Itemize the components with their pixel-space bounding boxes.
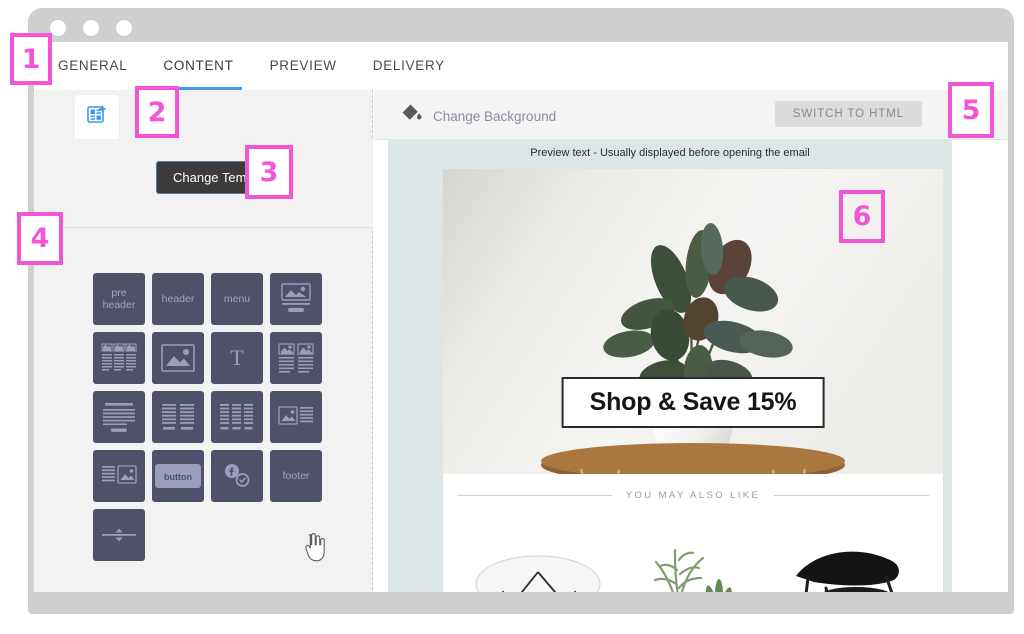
block-image[interactable] <box>152 332 204 384</box>
top-navigation-bar: GENERAL CONTENT PREVIEW DELIVERY <box>34 42 1008 91</box>
preview-text-label: Preview text - Usually displayed before … <box>530 147 810 159</box>
oval-coffee-table-illustration <box>475 555 601 600</box>
block-label: header <box>161 293 195 305</box>
potted-plants-illustration <box>653 548 732 600</box>
window-dot-2-icon[interactable] <box>83 20 99 36</box>
divider-left <box>457 494 612 496</box>
two-col-img-text-icon <box>277 342 315 374</box>
callout-badge-3: 3 <box>245 145 293 199</box>
three-col-text-icon <box>218 402 256 432</box>
block-two-column-text[interactable] <box>152 391 204 443</box>
switch-to-html-button[interactable]: SWITCH TO HTML <box>774 101 922 127</box>
tab-content[interactable]: CONTENT <box>145 42 251 90</box>
block-menu[interactable]: menu <box>211 273 263 325</box>
product-row <box>443 516 943 600</box>
three-col-img-text-icon <box>100 342 138 374</box>
window-dot-1-icon[interactable] <box>50 20 66 36</box>
title-para-button-icon <box>101 401 137 433</box>
block-label: footer <box>282 470 310 482</box>
block-divider[interactable] <box>93 509 145 561</box>
window-bottom-bar <box>28 592 1014 614</box>
screenshot-root: GENERAL CONTENT PREVIEW DELIVERY Change … <box>0 0 1024 634</box>
window-titlebar <box>28 8 1014 44</box>
panel-tab-content-blocks[interactable] <box>75 95 119 139</box>
callout-badge-6: 6 <box>839 190 885 243</box>
block-title-paragraph-button[interactable] <box>93 391 145 443</box>
block-two-column-image-text[interactable] <box>270 332 322 384</box>
block-image-with-button[interactable] <box>270 273 322 325</box>
cta-text: Shop & Save 15% <box>589 388 797 416</box>
block-pre-header[interactable]: pre header <box>93 273 145 325</box>
callout-badge-5: 5 <box>948 82 994 138</box>
callout-badge-4: 4 <box>17 212 63 265</box>
text-left-img-right-icon <box>101 463 137 489</box>
divider-right <box>774 494 929 496</box>
block-label: menu <box>223 293 251 305</box>
block-label: T <box>230 345 244 370</box>
tab-general[interactable]: GENERAL <box>40 42 145 90</box>
block-text[interactable]: T <box>211 332 263 384</box>
email-preview-panel: Change Background SWITCH TO HTML Preview… <box>374 90 1008 600</box>
also-like-heading: YOU MAY ALSO LIKE <box>443 474 943 516</box>
block-image-left-text-right[interactable] <box>270 391 322 443</box>
callout-badge-1: 1 <box>10 33 52 85</box>
big-image-icon <box>161 344 195 372</box>
product-black-lounge-chair[interactable] <box>778 526 918 600</box>
panel-tab-strip <box>34 90 372 140</box>
change-background-button[interactable]: Change Background <box>399 102 556 131</box>
callout-badge-2: 2 <box>135 86 179 138</box>
cta-banner[interactable]: Shop & Save 15% <box>561 377 825 428</box>
image-bar-button-icon <box>278 282 314 316</box>
content-blocks-icon <box>86 104 108 131</box>
application-body: GENERAL CONTENT PREVIEW DELIVERY Change … <box>34 42 1008 600</box>
social-icons-icon <box>221 462 253 490</box>
img-left-text-right-icon <box>278 404 314 430</box>
product-potted-plants[interactable] <box>623 526 763 600</box>
two-col-text-icon <box>160 402 196 432</box>
paint-bucket-icon <box>399 102 423 131</box>
change-background-label: Change Background <box>433 109 557 124</box>
button-icon: button <box>155 464 201 488</box>
left-editor-panel: Change Template pre header header menu T… <box>34 90 373 600</box>
black-lounge-chair-illustration <box>795 551 899 600</box>
tab-delivery[interactable]: DELIVERY <box>355 42 463 90</box>
hand-pointer-cursor-icon <box>302 532 326 563</box>
window-dot-3-icon[interactable] <box>116 20 132 36</box>
tab-preview[interactable]: PREVIEW <box>252 42 355 90</box>
block-three-column-text[interactable] <box>211 391 263 443</box>
divider-icon <box>101 525 137 545</box>
product-oval-coffee-table[interactable] <box>468 526 608 600</box>
block-button[interactable]: button <box>152 450 204 502</box>
preview-toolbar: Change Background SWITCH TO HTML <box>374 90 1008 140</box>
block-label: pre header <box>102 287 136 311</box>
block-social-icons[interactable] <box>211 450 263 502</box>
block-header[interactable]: header <box>152 273 204 325</box>
template-section: Change Template <box>34 139 373 228</box>
block-palette-grid: pre header header menu T button footer <box>93 273 333 561</box>
block-three-column-image-text[interactable] <box>93 332 145 384</box>
block-footer[interactable]: footer <box>270 450 322 502</box>
also-like-text: YOU MAY ALSO LIKE <box>625 489 761 501</box>
block-text-left-image-right[interactable] <box>93 450 145 502</box>
